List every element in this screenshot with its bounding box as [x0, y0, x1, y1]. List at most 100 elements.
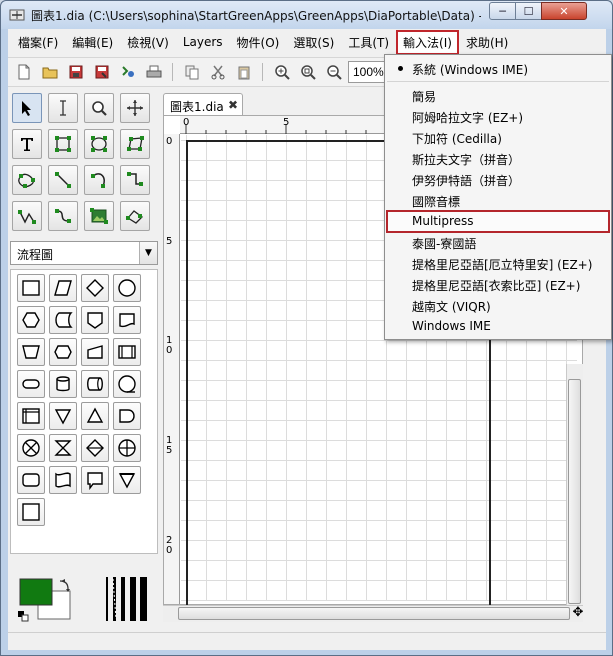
magnetic-disk-shape-icon[interactable]	[49, 370, 77, 398]
internal-storage-shape-icon[interactable]	[17, 402, 45, 430]
move-tool[interactable]	[120, 93, 150, 123]
minimize-button[interactable]: ─	[489, 2, 516, 20]
window-title: 圖表1.dia (C:\Users\sophina\StartGreenApps…	[31, 9, 481, 23]
ruler-label-v-5: 5	[166, 236, 173, 247]
ime-item-windows-ime[interactable]: Windows IME	[387, 316, 609, 337]
vertical-scroll-thumb[interactable]	[568, 379, 581, 604]
print-icon[interactable]	[144, 62, 164, 82]
collate-shape-icon[interactable]	[49, 434, 77, 462]
magnify-tool[interactable]	[84, 93, 114, 123]
stored-data-shape-icon[interactable]	[49, 306, 77, 334]
menu-edit[interactable]: 編輯(E)	[66, 31, 119, 54]
polyline-tool[interactable]	[12, 201, 42, 231]
menu-objects[interactable]: 物件(O)	[231, 31, 286, 54]
data-shape-icon[interactable]	[49, 274, 77, 302]
save-icon[interactable]	[66, 62, 86, 82]
punched-tape-shape-icon[interactable]	[49, 466, 77, 494]
save-as-icon[interactable]	[92, 62, 112, 82]
menu-tools[interactable]: 工具(T)	[342, 31, 395, 54]
ime-item-vietnamese[interactable]: 越南文 (VIQR)	[387, 295, 609, 316]
shape-sheet-select[interactable]: 流程圖 ▼	[10, 241, 158, 265]
menu-separator	[387, 81, 609, 82]
ime-item-cedilla[interactable]: 下加符 (Cedilla)	[387, 127, 609, 148]
predefined-process-shape-icon[interactable]	[113, 338, 141, 366]
menu-layers[interactable]: Layers	[177, 32, 229, 52]
ime-item-cyrillic[interactable]: 斯拉夫文字（拼音）	[387, 148, 609, 169]
status-bar	[8, 632, 606, 650]
callout-shape-icon[interactable]	[81, 466, 109, 494]
process-shape-icon[interactable]	[17, 274, 45, 302]
input-method-menu: 系統 (Windows IME) 簡易 阿姆哈拉文字 (EZ+) 下加符 (Ce…	[384, 54, 612, 340]
zoom-in-icon[interactable]	[272, 62, 292, 82]
document-shape-icon[interactable]	[113, 306, 141, 334]
ime-item-inuktitut[interactable]: 伊努伊特語（拼音）	[387, 169, 609, 190]
new-file-icon[interactable]	[14, 62, 34, 82]
menu-view[interactable]: 檢視(V)	[121, 31, 175, 54]
copy-icon[interactable]	[182, 62, 202, 82]
zigzag-tool[interactable]	[120, 165, 150, 195]
menu-file[interactable]: 檔案(F)	[12, 31, 64, 54]
close-window-button[interactable]: ✕	[541, 2, 587, 20]
title-bar[interactable]: 圖表1.dia (C:\Users\sophina\StartGreenApps…	[1, 1, 612, 29]
open-folder-icon[interactable]	[40, 62, 60, 82]
cut-icon[interactable]	[208, 62, 228, 82]
outline-tool[interactable]	[120, 201, 150, 231]
manual-operation-shape-icon[interactable]	[17, 338, 45, 366]
or-shape-icon[interactable]	[113, 434, 141, 462]
toolbar-separator	[172, 63, 173, 81]
box-tool[interactable]	[48, 129, 78, 159]
delay-shape-icon[interactable]	[113, 402, 141, 430]
text-cursor-tool[interactable]	[48, 93, 78, 123]
manual-input-shape-icon[interactable]	[81, 338, 109, 366]
ime-item-tigrigna-ethiopia[interactable]: 提格里尼亞語[衣索比亞] (EZ+)	[387, 274, 609, 295]
tab-diagram[interactable]: 圖表1.dia ✖	[163, 93, 243, 116]
export-icon[interactable]	[118, 62, 138, 82]
sequential-storage-shape-icon[interactable]	[113, 370, 141, 398]
line-tool[interactable]	[48, 165, 78, 195]
connector-shape-icon[interactable]	[113, 274, 141, 302]
shape-palette	[10, 269, 158, 554]
menu-input-methods[interactable]: 輸入法(I)	[396, 29, 459, 55]
terminal-shape-icon[interactable]	[17, 370, 45, 398]
image-tool[interactable]	[84, 201, 114, 231]
preparation-shape-icon[interactable]	[17, 306, 45, 334]
paste-icon[interactable]	[234, 62, 254, 82]
ime-item-simple[interactable]: 簡易	[387, 85, 609, 106]
offpage-shape-icon[interactable]	[81, 306, 109, 334]
horizontal-scroll-thumb[interactable]	[178, 607, 570, 620]
ime-item-amharic[interactable]: 阿姆哈拉文字 (EZ+)	[387, 106, 609, 127]
sort-shape-icon[interactable]	[81, 434, 109, 462]
menu-help[interactable]: 求助(H)	[460, 31, 514, 54]
ime-item-tigrigna-eritrea[interactable]: 提格里尼亞語[厄立特里安] (EZ+)	[387, 253, 609, 274]
ime-item-ipa[interactable]: 國際音標	[387, 190, 609, 211]
close-icon[interactable]: ✖	[228, 98, 238, 112]
bezier-tool[interactable]	[48, 201, 78, 231]
ime-item-multipress[interactable]: Multipress	[386, 210, 610, 233]
chevron-down-icon[interactable]: ▼	[139, 242, 157, 264]
zoom-out-icon[interactable]	[324, 62, 344, 82]
rounded-process-shape-icon[interactable]	[17, 466, 45, 494]
direct-access-shape-icon[interactable]	[81, 370, 109, 398]
summing-junction-shape-icon[interactable]	[17, 434, 45, 462]
pan-icon[interactable]: ✥	[570, 605, 586, 621]
maximize-button[interactable]: ☐	[515, 2, 542, 20]
display-shape-icon[interactable]	[49, 338, 77, 366]
menu-select[interactable]: 選取(S)	[287, 31, 340, 54]
extract-shape-icon[interactable]	[81, 402, 109, 430]
pointer-tool[interactable]	[12, 93, 42, 123]
arc-tool[interactable]	[84, 165, 114, 195]
ime-item-label: 系統 (Windows IME)	[412, 63, 529, 77]
ime-item-thai-lao[interactable]: 泰國-寮國語	[387, 232, 609, 253]
toolbox-panel: 流程圖 ▼	[8, 89, 162, 629]
ellipse-tool[interactable]	[84, 129, 114, 159]
triangle-down-shape-icon[interactable]	[113, 466, 141, 494]
polygon-tool[interactable]	[120, 129, 150, 159]
text-tool[interactable]	[12, 129, 42, 159]
ime-item-system[interactable]: 系統 (Windows IME)	[387, 58, 609, 79]
shape-sheet-value: 流程圖	[17, 248, 54, 262]
card-shape-icon[interactable]	[17, 498, 45, 526]
merge-shape-icon[interactable]	[49, 402, 77, 430]
beziergon-tool[interactable]	[12, 165, 42, 195]
zoom-fit-icon[interactable]	[298, 62, 318, 82]
decision-shape-icon[interactable]	[81, 274, 109, 302]
